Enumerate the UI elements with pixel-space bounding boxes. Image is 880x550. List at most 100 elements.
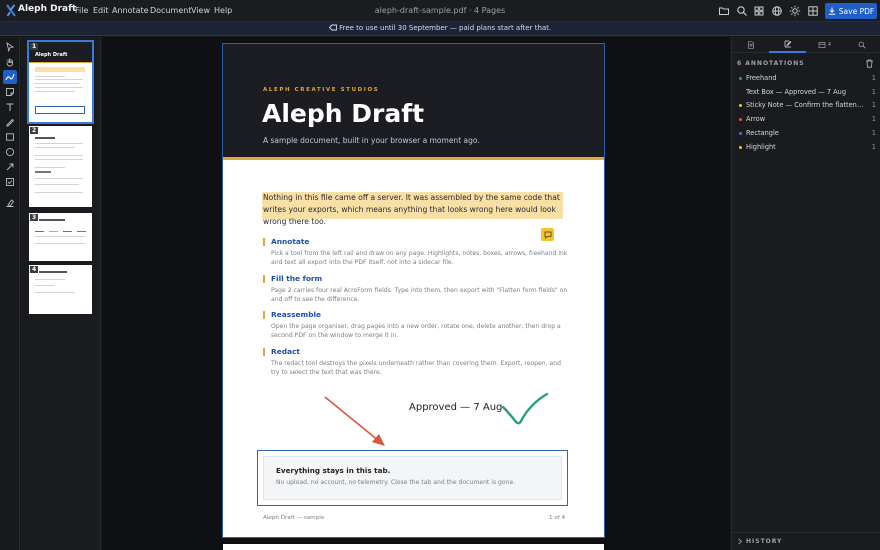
app-name: Aleph Draft xyxy=(18,4,77,14)
annotation-item-text-box[interactable]: Text Box — Approved — 7 Aug 1 xyxy=(738,88,876,99)
arrow-annotation[interactable] xyxy=(319,392,391,450)
checkbox-icon xyxy=(6,178,14,186)
sticky-note-icon xyxy=(6,88,14,96)
pen-tool[interactable] xyxy=(3,115,17,129)
section-heading: Annotate xyxy=(271,237,310,246)
section-heading: Reassemble xyxy=(271,310,322,319)
layers-tab-badge: 4 xyxy=(827,42,832,48)
annotation-item-freehand[interactable]: Freehand 1 xyxy=(738,74,876,85)
trash-icon[interactable] xyxy=(865,59,874,68)
annotation-item-arrow[interactable]: Arrow 1 xyxy=(738,115,876,126)
annotation-item-sticky-note[interactable]: Sticky Note — Confirm the flatten behavi… xyxy=(738,101,876,112)
section-marker xyxy=(263,238,265,246)
document-canvas[interactable]: ALEPH CREATIVE STUDIOS Aleph Draft A sam… xyxy=(102,37,730,550)
annotation-label: Arrow xyxy=(746,115,766,123)
save-pdf-label: Save PDF xyxy=(838,6,875,16)
menu-edit[interactable]: Edit xyxy=(93,6,109,15)
pan-tool[interactable] xyxy=(3,55,17,69)
section-marker xyxy=(263,348,265,356)
aleph-logo-icon xyxy=(6,4,16,17)
annotation-page: 1 xyxy=(871,101,876,109)
thumbnail-title: Aleph Draft xyxy=(35,52,68,58)
thumbnail-page-1[interactable]: 1 Aleph Draft xyxy=(27,40,94,124)
annotation-item-rectangle[interactable]: Rectangle 1 xyxy=(738,129,876,140)
thumbnail-number: 1 xyxy=(30,43,39,50)
arrow-tool[interactable] xyxy=(3,160,17,174)
page-number: 1 of 4 xyxy=(549,515,566,521)
thumbnail-number: 3 xyxy=(30,214,39,221)
section-marker xyxy=(263,311,265,319)
menu-document[interactable]: Document xyxy=(150,6,191,15)
grid-icon[interactable] xyxy=(753,5,765,17)
section-heading: Fill the form xyxy=(271,274,323,283)
tab-document[interactable] xyxy=(732,37,769,53)
tab-annotations[interactable] xyxy=(769,37,806,53)
document-tab-icon xyxy=(747,41,754,49)
search-icon[interactable] xyxy=(736,5,748,17)
save-pdf-button[interactable]: Save PDF xyxy=(825,3,877,19)
tab-search[interactable] xyxy=(843,37,880,53)
intro-paragraph: Nothing in this file came off a server. … xyxy=(263,193,560,227)
annotation-color-dot xyxy=(739,118,742,121)
annotation-label: Sticky Note — Confirm the flatten behavi… xyxy=(746,101,864,109)
redact-tool[interactable] xyxy=(3,196,17,210)
thumbnail-number: 2 xyxy=(30,127,39,134)
rectangle-icon xyxy=(6,133,14,141)
annotations-panel: 4 6 ANNOTATIONS Freehand 1 Text Box — Ap… xyxy=(731,37,880,550)
sticky-note-tool[interactable] xyxy=(3,85,17,99)
thumbnail-page-4[interactable]: 4 xyxy=(29,265,92,314)
annotation-label: Highlight xyxy=(746,143,776,151)
freehand-tool[interactable] xyxy=(3,70,17,84)
history-section-toggle[interactable]: HISTORY xyxy=(732,532,880,550)
sticky-note-annotation[interactable] xyxy=(541,228,554,241)
hero-header: ALEPH CREATIVE STUDIOS Aleph Draft A sam… xyxy=(223,44,604,160)
annotation-label: Rectangle xyxy=(746,129,779,137)
search-tab-icon xyxy=(858,41,865,49)
annotation-color-dot xyxy=(739,77,742,80)
freehand-icon xyxy=(5,73,15,81)
text-tool[interactable] xyxy=(3,100,17,114)
annotations-tab-icon xyxy=(784,40,791,48)
select-tool[interactable] xyxy=(3,40,17,54)
annotation-item-highlight[interactable]: Highlight 1 xyxy=(738,143,876,154)
tool-rail xyxy=(0,37,20,550)
annotation-page: 1 xyxy=(871,129,876,137)
form-field-tool[interactable] xyxy=(3,175,17,189)
trial-banner: Free to use until 30 September — paid pl… xyxy=(0,22,880,36)
comment-icon xyxy=(544,231,551,239)
open-folder-icon[interactable] xyxy=(718,5,730,17)
pdf-page-1[interactable]: ALEPH CREATIVE STUDIOS Aleph Draft A sam… xyxy=(222,43,605,538)
ellipse-tool[interactable] xyxy=(3,145,17,159)
layout-icon[interactable] xyxy=(807,5,819,17)
freehand-annotation[interactable] xyxy=(500,390,552,432)
eraser-icon xyxy=(6,199,15,207)
annotation-label: Freehand xyxy=(746,74,777,82)
tab-layers[interactable]: 4 xyxy=(806,37,843,53)
pdf-page-2[interactable] xyxy=(223,544,604,550)
text-box-annotation[interactable]: Approved — 7 Aug xyxy=(409,402,502,413)
page-footer-title: Aleph Draft — sample xyxy=(263,515,325,521)
document-subtitle: A sample document, built in your browser… xyxy=(263,136,480,145)
section-body: The redact tool destroys the pixels unde… xyxy=(271,360,561,377)
thumbnail-page-2[interactable]: 2 xyxy=(29,126,92,207)
menu-file[interactable]: File xyxy=(75,6,88,15)
rectangle-tool[interactable] xyxy=(3,130,17,144)
menu-view[interactable]: View xyxy=(191,6,210,15)
tag-icon xyxy=(328,24,337,31)
section-body: Page 2 carries four real AcroForm fields… xyxy=(271,287,568,304)
sun-icon[interactable] xyxy=(789,5,801,17)
document-title: Aleph Draft xyxy=(262,99,425,128)
menu-help[interactable]: Help xyxy=(214,6,232,15)
annotation-page: 1 xyxy=(871,74,876,82)
section-body: Pick a tool from the left rail and draw … xyxy=(271,250,568,267)
callout-body: No upload, no account, no telemetry. Clo… xyxy=(276,479,516,486)
thumbnail-number: 4 xyxy=(30,266,39,273)
layers-tab-icon xyxy=(818,42,826,48)
callout-title: Everything stays in this tab. xyxy=(276,466,391,475)
globe-icon[interactable] xyxy=(771,5,783,17)
chevron-right-icon xyxy=(738,538,743,545)
thumbnail-page-3[interactable]: 3 xyxy=(29,213,92,261)
menu-annotate[interactable]: Annotate xyxy=(112,6,149,15)
page-thumbnails: 1 Aleph Draft 2 3 4 xyxy=(21,37,101,550)
studio-label: ALEPH CREATIVE STUDIOS xyxy=(263,87,380,93)
